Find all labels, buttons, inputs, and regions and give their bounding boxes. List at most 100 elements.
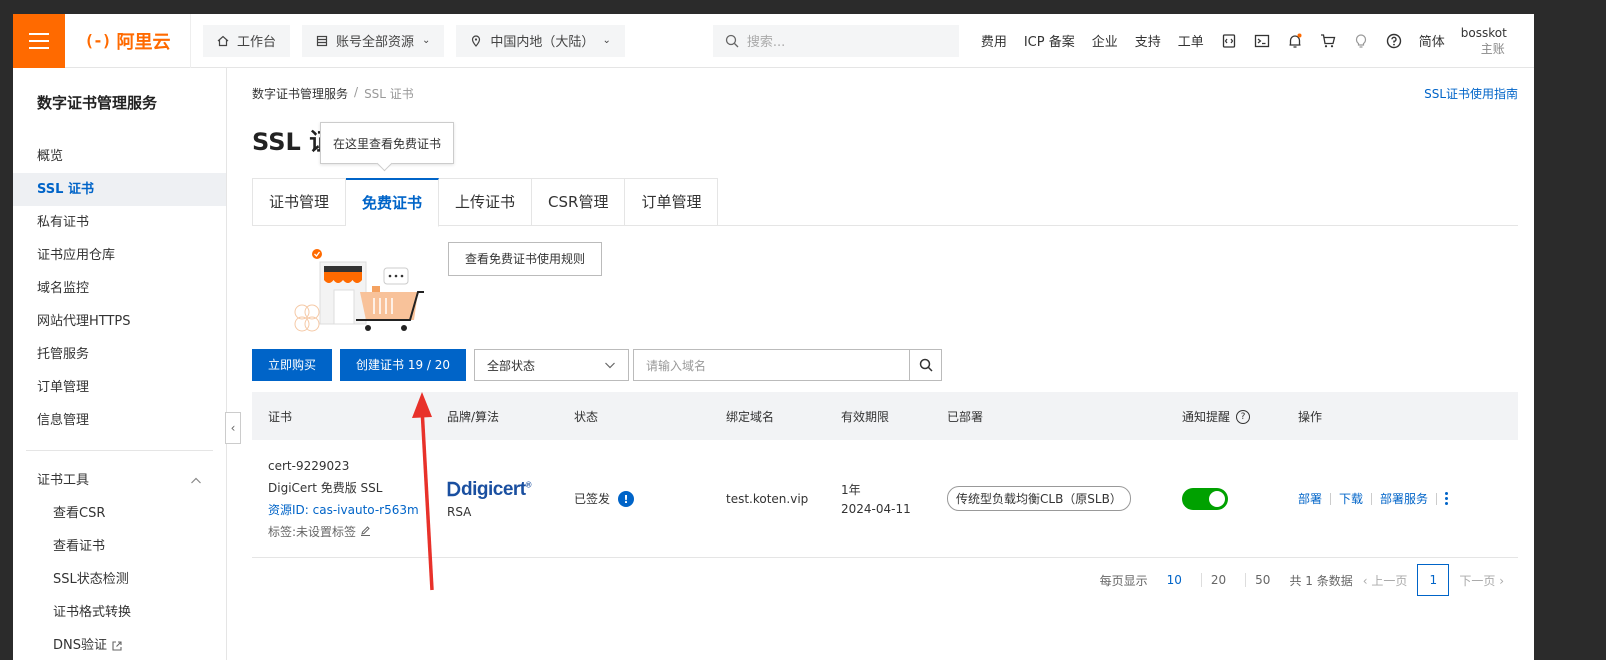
next-page-button[interactable]: 下一页 ›	[1459, 572, 1504, 589]
domain-search-input[interactable]: 请输入域名	[633, 349, 943, 381]
cert-tags[interactable]: 标签:未设置标签	[268, 521, 447, 543]
search-icon	[725, 34, 739, 47]
prev-page-label: 上一页	[1371, 573, 1408, 588]
cert-tags-label: 标签:未设置标签	[268, 524, 357, 539]
bell-icon[interactable]	[1287, 33, 1303, 49]
buy-now-button[interactable]: 立即购买	[252, 349, 333, 381]
sidebar-item-format-convert[interactable]: 证书格式转换	[13, 596, 226, 629]
user-account-menu[interactable]: bosskot 主账	[1461, 25, 1507, 57]
nav-link-enterprise[interactable]: 企业	[1092, 31, 1118, 50]
language-switch[interactable]: 简体	[1419, 31, 1445, 50]
cert-product: DigiCert 免费版 SSL	[268, 480, 383, 495]
table-header: 证书 品牌/算法 状态 绑定域名 有效期限 已部署 通知提醒? 操作	[252, 392, 1518, 440]
tab-csr-management[interactable]: CSR管理	[532, 178, 626, 226]
sidebar-item-overview[interactable]: 概览	[13, 140, 226, 173]
nav-link-ticket[interactable]: 工单	[1178, 31, 1204, 50]
breadcrumb-separator: /	[354, 85, 359, 99]
sidebar-item-view-cert[interactable]: 查看证书	[13, 530, 226, 563]
sidebar-item-dns-verify-label: DNS验证	[53, 638, 107, 653]
sidebar-collapse-button[interactable]: ‹	[225, 412, 241, 444]
workbench-button[interactable]: 工作台	[203, 24, 291, 57]
info-icon[interactable]: !	[618, 491, 635, 508]
edit-icon	[360, 525, 370, 536]
resources-label: 账号全部资源	[336, 35, 415, 50]
prev-page-button[interactable]: ‹ 上一页	[1363, 572, 1408, 589]
create-cert-button[interactable]: 创建证书 19 / 20	[340, 349, 467, 381]
algo: RSA	[447, 504, 472, 519]
next-page-label: 下一页	[1459, 573, 1496, 588]
logo-text: 阿里云	[116, 31, 171, 53]
cart-icon[interactable]	[1320, 33, 1336, 49]
col-header-domain: 绑定域名	[726, 409, 775, 424]
pagination: 每页显示 10 20 50 共 1 条数据 ‹ 上一页 1 下一页 ›	[1100, 564, 1504, 596]
chevron-down-icon: ⌄	[422, 35, 431, 46]
sidebar-item-private-cert[interactable]: 私有证书	[13, 206, 226, 239]
nav-link-icp[interactable]: ICP 备案	[1024, 31, 1075, 50]
ops-divider	[1436, 492, 1438, 505]
col-header-ops: 操作	[1298, 409, 1323, 424]
cert-table: 证书 品牌/算法 状态 绑定域名 有效期限 已部署 通知提醒? 操作 cert-…	[252, 392, 1518, 558]
sidebar-item-ssl-cert[interactable]: SSL 证书	[13, 173, 226, 206]
help-icon[interactable]: ?	[1236, 410, 1251, 424]
chevron-left-icon: ‹	[230, 421, 236, 435]
download-link[interactable]: 下载	[1339, 490, 1363, 507]
tab-cert-management[interactable]: 证书管理	[252, 178, 347, 226]
page-size-50[interactable]: 50	[1245, 573, 1279, 587]
col-header-status: 状态	[574, 409, 599, 424]
sidebar-item-orders[interactable]: 订单管理	[13, 371, 226, 404]
brand-name: digicert	[461, 478, 526, 500]
page-1-button[interactable]: 1	[1417, 564, 1450, 596]
sidebar-item-ssl-check[interactable]: SSL状态检测	[13, 563, 226, 596]
domain-search-button[interactable]	[909, 350, 941, 380]
lightbulb-icon[interactable]	[1353, 33, 1369, 49]
sidebar-item-dns-verify[interactable]: DNS验证	[13, 629, 226, 660]
chevron-up-icon	[191, 477, 201, 484]
notify-toggle[interactable]	[1182, 487, 1228, 510]
app-frame: (-) 阿里云 工作台 账号全部资源 ⌄ 中国内地（大陆） ⌄ 搜索... 费用…	[13, 14, 1534, 660]
resources-dropdown[interactable]: 账号全部资源 ⌄	[302, 24, 445, 57]
nav-link-support[interactable]: 支持	[1135, 31, 1161, 50]
sidebar-item-info[interactable]: 信息管理	[13, 404, 226, 437]
page-size-20[interactable]: 20	[1200, 573, 1235, 587]
cert-resource-id[interactable]: 资源ID: cas-ivauto-r563m8	[268, 499, 418, 521]
code-icon[interactable]	[1221, 33, 1237, 49]
deploy-service-link[interactable]: 部署服务	[1380, 490, 1428, 507]
user-role: 主账	[1480, 41, 1505, 56]
deploy-link[interactable]: 部署	[1298, 490, 1322, 507]
digicert-mark-icon	[447, 481, 461, 496]
tab-free-cert[interactable]: 免费证书	[346, 178, 440, 227]
status-filter-select[interactable]: 全部状态	[474, 349, 630, 381]
view-free-cert-rules-button[interactable]: 查看免费证书使用规则	[448, 242, 603, 276]
sidebar-title: 数字证书管理服务	[37, 94, 158, 112]
aliyun-logo[interactable]: (-) 阿里云	[65, 14, 191, 68]
sidebar-divider	[26, 450, 213, 451]
terminal-icon[interactable]	[1254, 33, 1270, 49]
home-icon	[217, 35, 229, 46]
col-header-notify-label: 通知提醒	[1182, 409, 1231, 424]
more-actions-icon[interactable]	[1445, 492, 1449, 505]
sidebar-group-cert-tools[interactable]: 证书工具	[13, 464, 226, 497]
sidebar-item-view-csr[interactable]: 查看CSR	[13, 497, 226, 530]
ssl-guide-link[interactable]: SSL证书使用指南	[1424, 85, 1518, 102]
breadcrumb-root[interactable]: 数字证书管理服务	[252, 85, 348, 102]
search-placeholder: 搜索...	[746, 35, 786, 50]
page-size-10[interactable]: 10	[1158, 573, 1191, 587]
breadcrumb-current: SSL 证书	[364, 87, 414, 101]
help-icon[interactable]	[1386, 33, 1402, 49]
tab-order-management[interactable]: 订单管理	[625, 178, 719, 226]
validity-cell: 1年 2024-04-11	[841, 481, 947, 516]
global-search-input[interactable]: 搜索...	[712, 24, 959, 57]
nav-link-fees[interactable]: 费用	[981, 31, 1007, 50]
status-filter-value: 全部状态	[487, 358, 536, 373]
sidebar-item-https-proxy[interactable]: 网站代理HTTPS	[13, 305, 226, 338]
sidebar-item-domain-monitor[interactable]: 域名监控	[13, 272, 226, 305]
menu-icon[interactable]	[13, 14, 65, 68]
sidebar-item-cert-repo[interactable]: 证书应用仓库	[13, 239, 226, 272]
region-dropdown[interactable]: 中国内地（大陆） ⌄	[456, 24, 625, 57]
domain-cell: test.koten.vip	[726, 491, 809, 506]
sidebar-item-hosting[interactable]: 托管服务	[13, 338, 226, 371]
validity-period: 1年	[841, 483, 861, 497]
tab-upload-cert[interactable]: 上传证书	[439, 178, 533, 226]
domain-search-placeholder: 请输入域名	[646, 358, 707, 373]
list-icon	[316, 35, 328, 46]
